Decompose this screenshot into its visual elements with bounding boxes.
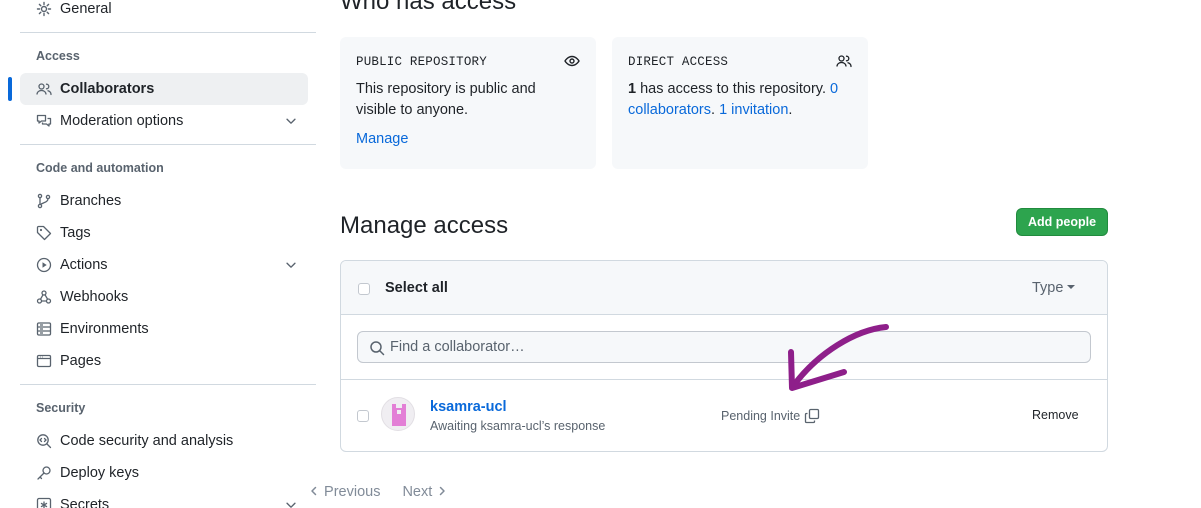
- find-collaborator-input[interactable]: [390, 332, 1080, 362]
- card-description: This repository is public and visible to…: [356, 81, 536, 118]
- section-heading-manage-access: Manage access: [340, 212, 509, 239]
- sidebar-item-label: Actions: [60, 257, 108, 273]
- group-heading-security: Security: [36, 401, 86, 415]
- pending-invite-status: Pending Invite: [721, 408, 820, 424]
- search-icon: [370, 341, 385, 356]
- eye-icon: [564, 55, 580, 67]
- pending-invite-label: Pending Invite: [721, 409, 801, 423]
- sidebar-item-environments[interactable]: Environments: [20, 313, 308, 345]
- play-icon: [36, 257, 52, 273]
- collaborator-status-text: Awaiting ksamra-ucl’s response: [430, 419, 606, 433]
- divider: [20, 384, 316, 385]
- list-header: Select all Type: [341, 261, 1107, 315]
- group-heading-access: Access: [36, 49, 80, 63]
- divider: [20, 144, 316, 145]
- sidebar-item-tags[interactable]: Tags: [20, 217, 308, 249]
- table-row: ksamra-ucl Awaiting ksamra-ucl’s respons…: [341, 380, 1107, 451]
- card-title: DIRECT ACCESS: [628, 55, 729, 69]
- git-branch-icon: [37, 193, 51, 209]
- public-repository-card: PUBLIC REPOSITORY This repository is pub…: [340, 37, 596, 169]
- key-asterisk-icon: [36, 497, 52, 508]
- card-title: PUBLIC REPOSITORY: [356, 55, 487, 69]
- search-box: [357, 331, 1091, 363]
- access-text: has access to this repository.: [636, 81, 831, 97]
- next-page-button[interactable]: Next: [402, 484, 448, 500]
- select-all-checkbox[interactable]: [358, 283, 370, 295]
- next-page-label: Next: [402, 484, 433, 500]
- collaborator-list: Select all Type ksamra-ucl Awaiting ksam…: [340, 260, 1108, 452]
- identicon-avatar: [392, 404, 406, 426]
- add-people-button[interactable]: Add people: [1016, 208, 1108, 236]
- server-icon: [36, 322, 52, 336]
- sidebar-item-label: Webhooks: [60, 289, 129, 305]
- tag-icon: [36, 225, 52, 241]
- copy-icon[interactable]: [804, 408, 820, 424]
- avatar[interactable]: [381, 397, 415, 431]
- comment-discussion-icon: [36, 114, 52, 127]
- annotation-arrow-icon: [788, 324, 889, 391]
- select-all-label: Select all: [385, 280, 448, 296]
- sidebar-item-label: General: [60, 1, 112, 17]
- sidebar-item-label: Pages: [60, 353, 102, 369]
- chevron-down-icon[interactable]: [284, 258, 298, 272]
- sidebar-item-label: Tags: [60, 225, 91, 241]
- direct-access-card: DIRECT ACCESS 1 has access to this repos…: [612, 37, 868, 169]
- people-icon: [36, 83, 52, 96]
- sidebar-item-label: Collaborators: [60, 81, 155, 97]
- sidebar-item-label: Deploy keys: [60, 465, 139, 481]
- sidebar-item-label: Moderation options: [60, 113, 184, 129]
- manage-visibility-link[interactable]: Manage: [356, 131, 580, 147]
- invitation-link[interactable]: 1 invitation: [719, 102, 788, 118]
- chevron-down-icon[interactable]: [284, 498, 298, 508]
- type-filter-label: Type: [1032, 280, 1064, 296]
- previous-page-label: Previous: [324, 484, 381, 500]
- card-description: 1 has access to this repository. 0 colla…: [628, 79, 852, 121]
- row-checkbox[interactable]: [357, 410, 369, 422]
- access-count: 1: [628, 81, 637, 97]
- sidebar-item-actions[interactable]: Actions: [20, 249, 308, 281]
- webhook-icon: [36, 290, 52, 304]
- sidebar-item-pages[interactable]: Pages: [20, 345, 308, 377]
- divider: [20, 32, 316, 33]
- sidebar-item-label: Branches: [60, 193, 122, 209]
- remove-collaborator-button[interactable]: Remove: [1032, 408, 1079, 422]
- separator-text: .: [711, 102, 720, 118]
- sidebar-item-branches[interactable]: Branches: [20, 185, 308, 217]
- type-filter-dropdown[interactable]: Type: [1032, 280, 1076, 296]
- end-text: .: [788, 102, 793, 118]
- chevron-right-icon: [440, 486, 446, 496]
- search-row: [341, 315, 1107, 380]
- sidebar-item-general[interactable]: General: [20, 0, 308, 25]
- pagination: Previous Next: [308, 484, 448, 500]
- sidebar-item-label: Environments: [60, 321, 149, 337]
- sidebar-item-code-security[interactable]: Code security and analysis: [20, 425, 308, 457]
- chevron-left-icon: [311, 486, 317, 496]
- sidebar-item-label: Code security and analysis: [60, 433, 234, 449]
- key-icon: [37, 466, 51, 480]
- codescan-icon: [37, 434, 52, 449]
- sidebar-item-collaborators[interactable]: Collaborators: [8, 73, 308, 105]
- browser-icon: [36, 354, 52, 368]
- people-icon: [836, 55, 852, 68]
- sidebar-item-secrets[interactable]: Secrets: [20, 489, 308, 508]
- group-heading-code-and-automation: Code and automation: [36, 161, 164, 175]
- sidebar-item-label: Secrets: [60, 497, 110, 508]
- collaborator-username-link[interactable]: ksamra-ucl: [430, 399, 507, 415]
- section-heading-who-has-access: Who has access: [340, 0, 517, 15]
- chevron-down-icon[interactable]: [284, 114, 298, 128]
- sidebar-item-moderation-options[interactable]: Moderation options: [20, 105, 308, 137]
- caret-down-icon: [1067, 285, 1076, 290]
- sidebar-item-webhooks[interactable]: Webhooks: [20, 281, 308, 313]
- previous-page-button[interactable]: Previous: [308, 484, 380, 500]
- gear-icon: [36, 1, 52, 17]
- sidebar-item-deploy-keys[interactable]: Deploy keys: [20, 457, 308, 489]
